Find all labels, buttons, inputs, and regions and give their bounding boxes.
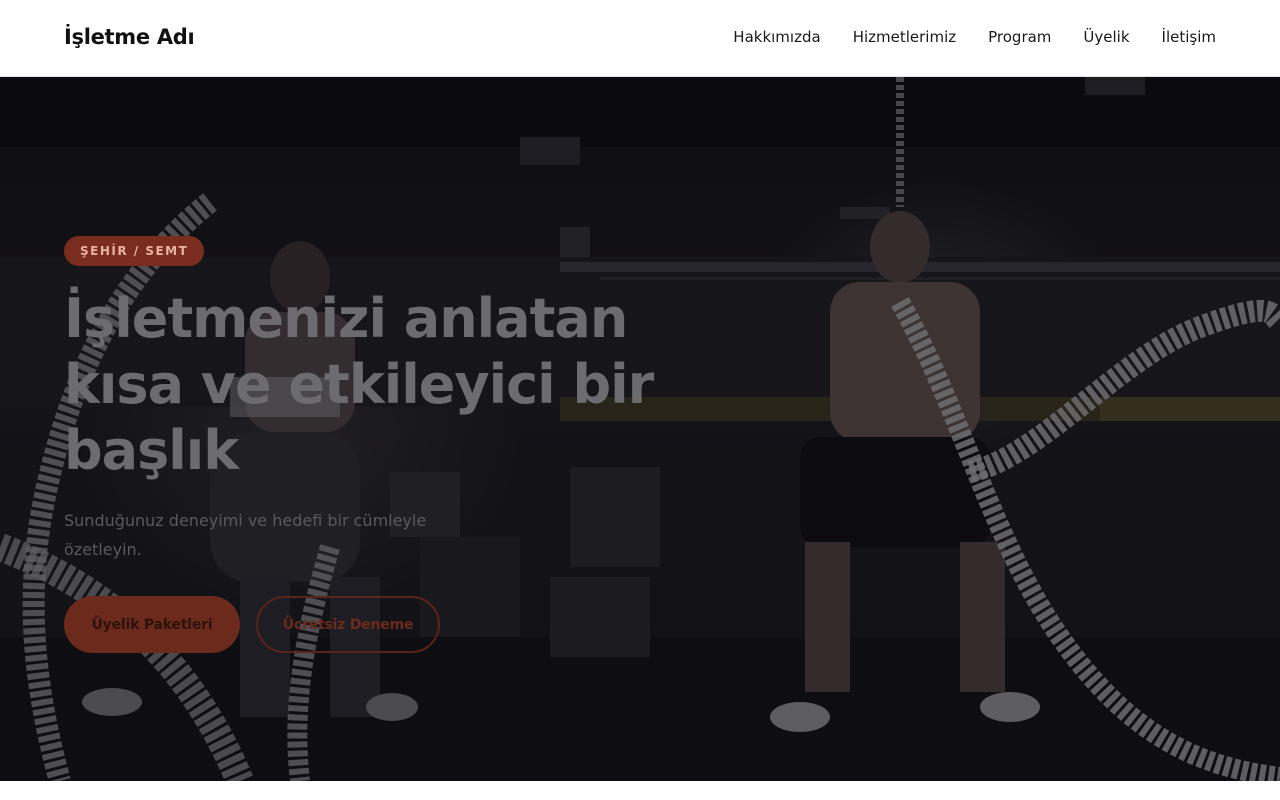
free-trial-button[interactable]: Ücretsiz Deneme bbox=[256, 596, 440, 653]
main-nav: Hakkımızda Hizmetlerimiz Program Üyelik … bbox=[733, 28, 1216, 46]
location-badge: ŞEHİR / SEMT bbox=[64, 236, 205, 266]
nav-link-program[interactable]: Program bbox=[988, 28, 1051, 46]
hero-section: ŞEHİR / SEMT İşletmenizi anlatan kısa ve… bbox=[0, 77, 1280, 781]
hero-content: ŞEHİR / SEMT İşletmenizi anlatan kısa ve… bbox=[64, 236, 664, 653]
hero-title-line: kısa ve etkileyici bir bbox=[64, 353, 654, 416]
nav-link-about[interactable]: Hakkımızda bbox=[733, 28, 820, 46]
nav-link-contact[interactable]: İletişim bbox=[1162, 28, 1216, 46]
hero-title: İşletmenizi anlatan kısa ve etkileyici b… bbox=[64, 286, 664, 484]
hero-actions: Üyelik Paketleri Ücretsiz Deneme bbox=[64, 596, 664, 653]
nav-link-membership[interactable]: Üyelik bbox=[1083, 28, 1129, 46]
hero-title-line: İşletmenizi anlatan bbox=[64, 287, 628, 350]
hero-subtitle: Sunduğunuz deneyimi ve hedefi bir cümley… bbox=[64, 511, 427, 559]
nav-link-services[interactable]: Hizmetlerimiz bbox=[853, 28, 956, 46]
site-header: İşletme Adı Hakkımızda Hizmetlerimiz Pro… bbox=[0, 0, 1280, 77]
hero-title-line: başlık bbox=[64, 419, 239, 482]
membership-packages-button[interactable]: Üyelik Paketleri bbox=[64, 596, 240, 653]
brand-logo[interactable]: İşletme Adı bbox=[64, 25, 195, 49]
